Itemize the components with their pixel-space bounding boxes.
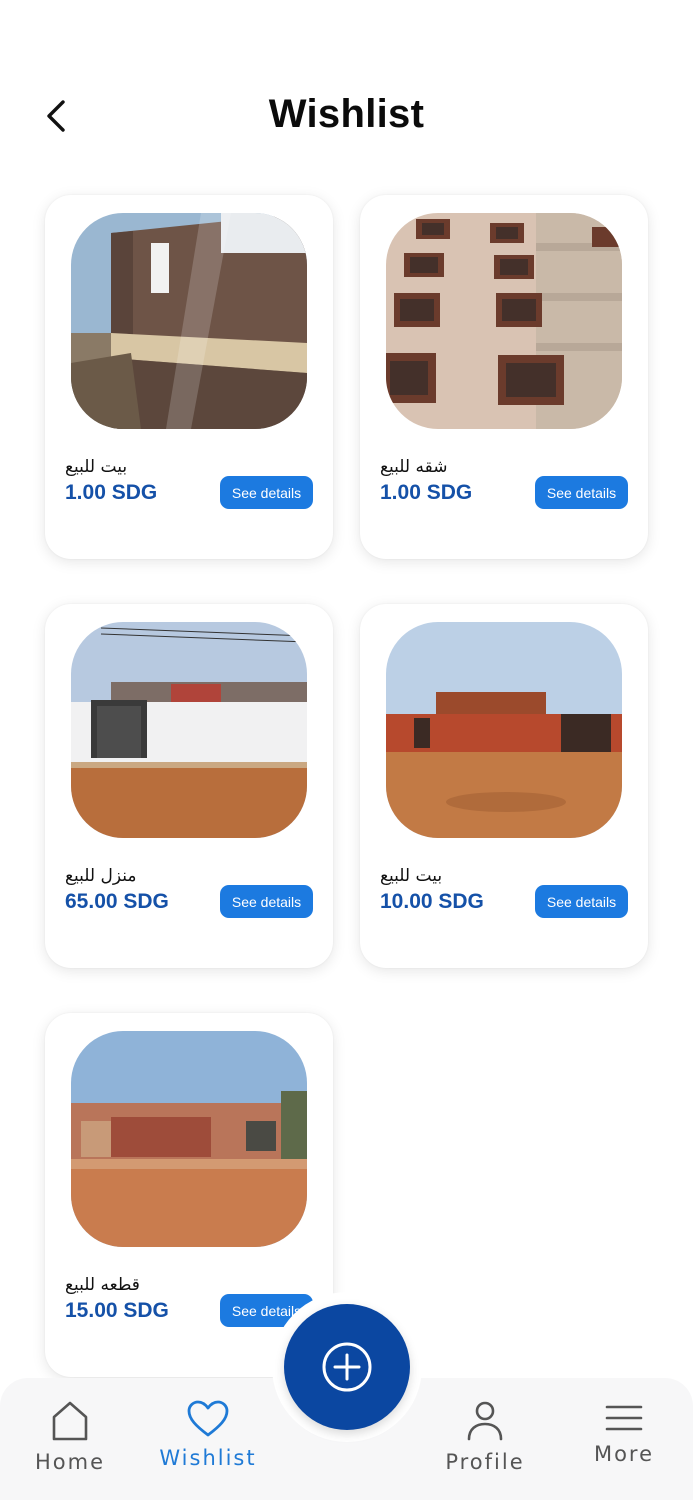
nav-wishlist[interactable]: Wishlist xyxy=(150,1378,266,1500)
add-listing-button[interactable] xyxy=(284,1304,410,1430)
red-wall-house-photo xyxy=(386,622,622,838)
white-wall-gate-house-photo xyxy=(71,622,307,838)
listing-card[interactable]: بيت للبيع 1.00 SDG See details xyxy=(45,195,333,559)
empty-land-plot-photo xyxy=(71,1031,307,1247)
listing-card[interactable]: شقه للبيع 1.00 SDG See details xyxy=(360,195,648,559)
nav-profile[interactable]: Profile xyxy=(435,1378,535,1500)
listing-title: منزل للبيع xyxy=(65,866,137,886)
listing-title: بيت للبيع xyxy=(380,866,443,886)
nav-wishlist-label: Wishlist xyxy=(159,1446,257,1470)
see-details-button[interactable]: See details xyxy=(535,885,628,918)
listing-card[interactable]: منزل للبيع 65.00 SDG See details xyxy=(45,604,333,968)
nav-profile-label: Profile xyxy=(445,1450,525,1474)
menu-icon xyxy=(605,1405,643,1431)
plus-circle-icon xyxy=(322,1342,372,1392)
page-title: Wishlist xyxy=(268,92,425,136)
listing-title: بيت للبيع xyxy=(65,457,128,477)
nav-home[interactable]: Home xyxy=(20,1378,120,1500)
see-details-button[interactable]: See details xyxy=(220,476,313,509)
listing-price: 1.00 SDG xyxy=(380,481,473,504)
home-icon xyxy=(52,1401,88,1441)
see-details-button[interactable]: See details xyxy=(220,885,313,918)
nav-home-label: Home xyxy=(34,1450,105,1474)
heart-icon xyxy=(187,1400,229,1437)
listing-price: 15.00 SDG xyxy=(65,1299,169,1322)
nav-more-label: More xyxy=(593,1442,655,1466)
listing-price: 1.00 SDG xyxy=(65,481,158,504)
listing-card[interactable]: بيت للبيع 10.00 SDG See details xyxy=(360,604,648,968)
listing-price: 65.00 SDG xyxy=(65,890,169,913)
see-details-button[interactable]: See details xyxy=(535,476,628,509)
app-header: Wishlist xyxy=(0,0,693,190)
listing-title: قطعه للبيع xyxy=(65,1275,140,1295)
listing-price: 10.00 SDG xyxy=(380,890,484,913)
brick-wall-house-photo xyxy=(71,213,307,429)
person-icon xyxy=(467,1401,503,1441)
apartment-building-photo xyxy=(386,213,622,429)
listing-title: شقه للبيع xyxy=(380,457,448,477)
nav-more[interactable]: More xyxy=(578,1378,670,1500)
